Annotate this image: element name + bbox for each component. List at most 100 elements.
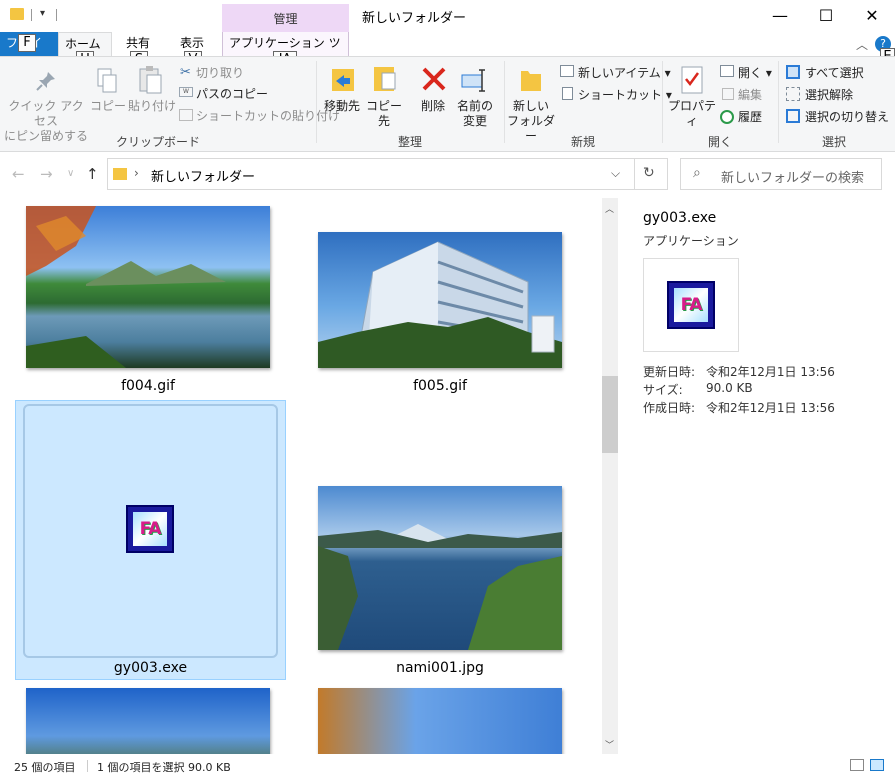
- edit-icon: [722, 88, 734, 100]
- new-folder-label-line1: 新しい: [512, 99, 549, 113]
- status-separator: [87, 760, 88, 772]
- open-icon: [720, 65, 734, 77]
- new-item-icon: [560, 65, 574, 77]
- scissors-icon: ✂: [180, 65, 191, 80]
- move-to-icon: [330, 65, 356, 95]
- list-item[interactable]: f005.gif: [300, 198, 600, 398]
- search-input[interactable]: ⌕ 新しいフォルダーの検索: [680, 158, 882, 190]
- maximize-button[interactable]: ☐: [803, 0, 849, 30]
- thumbnail-partial[interactable]: [26, 688, 270, 754]
- select-group-label: 選択: [821, 135, 846, 149]
- rename-button[interactable]: 名前の 変更: [452, 99, 498, 129]
- qat-separator: [56, 9, 57, 21]
- vertical-scrollbar[interactable]: ︿ ﹀: [602, 198, 618, 754]
- copy-path-button[interactable]: パスのコピー: [196, 85, 268, 102]
- cut-button: 切り取り: [196, 66, 245, 80]
- fa-icon-text: FA: [139, 519, 162, 539]
- application-icon: FA: [667, 281, 715, 329]
- properties-icon: [680, 65, 704, 95]
- item-count: 25 個の項目: [14, 761, 76, 774]
- copy-to-icon: [372, 63, 398, 95]
- list-item[interactable]: f004.gif: [0, 198, 300, 398]
- delete-icon: [420, 65, 448, 93]
- list-item[interactable]: nami001.jpg: [300, 480, 600, 680]
- easy-access-button[interactable]: ショートカット ▾: [578, 86, 672, 103]
- folder-icon: [10, 8, 24, 20]
- forward-arrow-icon[interactable]: →: [40, 165, 53, 183]
- qat-separator: [31, 9, 32, 21]
- size-value: 90.0 KB: [706, 381, 753, 395]
- file-name: f004.gif: [121, 378, 175, 394]
- qat-dropdown-icon[interactable]: ▾: [40, 8, 45, 19]
- folder-icon: [113, 168, 127, 180]
- invert-selection-button[interactable]: 選択の切り替え: [805, 108, 889, 125]
- large-icons-view-icon[interactable]: [870, 759, 884, 771]
- clipboard-group-label: クリップボード: [115, 135, 200, 149]
- recent-locations-icon[interactable]: ∨: [67, 168, 74, 179]
- ribbon: クイック アクセス にピン留めする コピー 貼り付け ✂ 切り取り W パスのコ…: [0, 56, 895, 152]
- size-label: サイズ:: [643, 383, 683, 397]
- group-separator: [662, 61, 663, 143]
- move-to-button[interactable]: 移動先: [318, 99, 366, 114]
- back-arrow-icon[interactable]: ←: [12, 165, 25, 183]
- details-preview: FA: [643, 258, 739, 352]
- pin-label-line1: クイック アクセス: [8, 99, 84, 128]
- thumbnail-f005: [318, 232, 562, 368]
- thumbnail-nami001: [318, 486, 562, 650]
- thumbnail-f004: [26, 206, 270, 368]
- file-name: f005.gif: [413, 378, 467, 394]
- address-dropdown-icon[interactable]: ⌵: [611, 166, 620, 181]
- open-button[interactable]: 開く ▾: [738, 64, 772, 81]
- window-title: 新しいフォルダー: [362, 11, 467, 26]
- select-all-button[interactable]: すべて選択: [805, 64, 864, 81]
- paste-icon: [138, 65, 164, 95]
- address-bar[interactable]: › 新しいフォルダー ⌵: [107, 158, 635, 190]
- new-item-label: 新しいアイテム: [578, 66, 661, 80]
- copy-to-button[interactable]: コピー先: [362, 99, 406, 129]
- edit-button: 編集: [738, 88, 763, 102]
- history-icon: [720, 110, 734, 124]
- pin-icon: [34, 69, 58, 93]
- modified-value: 令和2年12月1日 13:56: [706, 365, 835, 379]
- details-file-type: アプリケーション: [643, 234, 739, 248]
- scrollbar-thumb[interactable]: [602, 376, 618, 453]
- minimize-button[interactable]: —: [757, 0, 803, 30]
- new-folder-icon: [518, 65, 544, 95]
- new-item-button[interactable]: 新しいアイテム ▾: [578, 64, 671, 81]
- refresh-button[interactable]: ↻: [634, 158, 668, 190]
- details-pane: gy003.exe アプリケーション FA 更新日時: 令和2年12月1日 13…: [628, 198, 895, 754]
- select-none-icon: [786, 87, 800, 101]
- copy-button: コピー: [89, 99, 126, 113]
- search-placeholder: 新しいフォルダーの検索: [721, 171, 865, 186]
- rename-icon: [460, 67, 490, 93]
- collapse-ribbon-icon[interactable]: ︿: [856, 36, 868, 53]
- address-row: ← → ∨ ↑ › 新しいフォルダー ⌵ ↻ ⌕ 新しいフォルダーの検索: [0, 158, 895, 192]
- history-button[interactable]: 履歴: [738, 108, 762, 125]
- close-button[interactable]: ✕: [849, 0, 895, 30]
- breadcrumb-chevron-icon[interactable]: ›: [134, 166, 139, 180]
- title-bar: ▾ 管理 新しいフォルダー — ☐ ✕: [0, 0, 895, 32]
- file-explorer-window: ▾ 管理 新しいフォルダー — ☐ ✕ ファイル ホーム 共有 表示 アプリケー…: [0, 0, 895, 777]
- details-view-icon[interactable]: [850, 759, 864, 771]
- invert-selection-icon: [786, 109, 800, 123]
- selection-info: 1 個の項目を選択 90.0 KB: [97, 761, 231, 774]
- select-all-icon: [786, 65, 800, 79]
- rename-label-line2: 変更: [462, 114, 487, 128]
- rename-label-line1: 名前の: [456, 99, 493, 113]
- breadcrumb-current[interactable]: 新しいフォルダー: [151, 166, 255, 185]
- organize-group-label: 整理: [397, 135, 422, 149]
- scroll-up-icon[interactable]: ︿: [605, 202, 614, 215]
- file-name: nami001.jpg: [396, 660, 484, 676]
- details-file-name: gy003.exe: [643, 210, 717, 226]
- properties-button[interactable]: プロパティ: [664, 99, 720, 129]
- scroll-down-icon[interactable]: ﹀: [605, 738, 614, 751]
- file-name: gy003.exe: [113, 660, 188, 676]
- select-none-button[interactable]: 選択解除: [805, 86, 853, 103]
- copy-path-icon: W: [179, 87, 193, 97]
- status-bar: 25 個の項目 1 個の項目を選択 90.0 KB: [0, 754, 895, 777]
- created-label: 作成日時:: [643, 401, 696, 415]
- delete-button[interactable]: 削除: [412, 99, 454, 114]
- thumbnail-partial[interactable]: [318, 688, 562, 754]
- up-arrow-icon[interactable]: ↑: [86, 165, 99, 183]
- manage-tab-label[interactable]: 管理: [222, 10, 349, 27]
